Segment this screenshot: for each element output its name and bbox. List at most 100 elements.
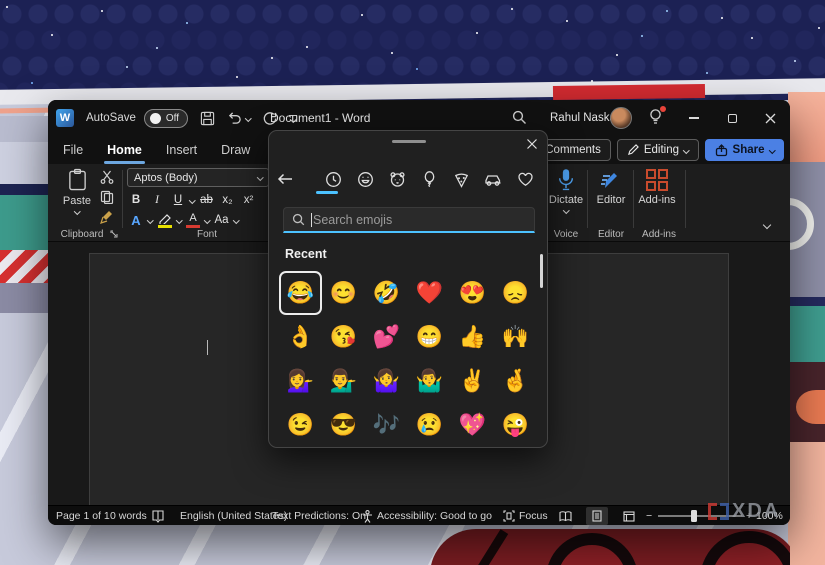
emoji-cell[interactable]: ✌️ (451, 359, 494, 403)
emoji-cell[interactable]: 😎 (322, 403, 365, 447)
tab-draw[interactable]: Draw (220, 141, 251, 159)
read-mode-button[interactable] (554, 507, 576, 525)
font-color-button[interactable]: A (184, 211, 202, 229)
tips-button[interactable] (648, 106, 666, 126)
category-celebrations-button[interactable] (413, 170, 445, 188)
save-button[interactable] (200, 111, 215, 126)
category-recent-button[interactable] (317, 171, 349, 188)
addins-button[interactable]: Add-ins (637, 168, 677, 206)
change-case-button[interactable]: Aa (213, 211, 231, 229)
word-logo-icon[interactable]: W (56, 109, 74, 127)
tab-file[interactable]: File (62, 141, 84, 159)
highlight-button[interactable] (156, 211, 174, 229)
emoji-panel-close-button[interactable] (526, 138, 538, 150)
addins-group-label: Add-ins (642, 229, 676, 240)
clipboard-icon (68, 168, 86, 191)
emoji-cell[interactable]: 🤞 (494, 359, 537, 403)
text-effects-chevron-icon[interactable] (147, 216, 154, 224)
cut-icon[interactable] (100, 170, 114, 184)
focus-button[interactable]: Focus (503, 506, 548, 525)
emoji-cell[interactable]: 😍 (451, 271, 494, 315)
emoji-search-box[interactable] (283, 207, 535, 233)
emoji-cell[interactable]: ❤️ (408, 271, 451, 315)
notification-dot (660, 106, 666, 112)
tab-home[interactable]: Home (104, 141, 145, 164)
emoji-cell[interactable]: 💁‍♀️ (279, 359, 322, 403)
autosave-toggle[interactable]: Off (143, 108, 188, 128)
emoji-cell[interactable]: 🎶 (365, 403, 408, 447)
undo-button[interactable] (227, 111, 252, 125)
background-motorcycle-art (48, 525, 790, 565)
emoji-cell[interactable]: 🤷‍♂️ (408, 359, 451, 403)
category-food-button[interactable] (445, 171, 477, 188)
italic-button[interactable]: I (148, 191, 166, 209)
emoji-cell[interactable]: 💁‍♂️ (322, 359, 365, 403)
emoji-cell[interactable]: 😂 (279, 271, 322, 315)
emoji-cell[interactable]: 😞 (494, 271, 537, 315)
proofing-button[interactable] (152, 506, 164, 525)
format-painter-icon[interactable] (100, 210, 114, 224)
emoji-cell[interactable]: 😉 (279, 403, 322, 447)
maximize-button[interactable] (713, 100, 751, 136)
emoji-cell[interactable]: 💕 (365, 315, 408, 359)
emoji-cell[interactable]: 👍 (451, 315, 494, 359)
font-name-combobox[interactable]: Aptos (Body) (127, 168, 269, 187)
page-count[interactable]: Page 1 of 1 (56, 506, 110, 525)
status-bar: Page 1 of 1 0 words English (United Stat… (48, 505, 790, 525)
font-format-row2: A A Aa (127, 211, 240, 229)
share-button[interactable]: Share (704, 139, 784, 161)
web-layout-button[interactable] (618, 507, 640, 525)
category-animals-button[interactable] (381, 171, 413, 188)
category-smileys-button[interactable] (349, 171, 381, 188)
clock-icon (325, 171, 341, 187)
zoom-slider-handle[interactable] (691, 510, 697, 522)
editor-button[interactable]: Editor (591, 168, 631, 206)
panel-drag-handle[interactable] (392, 140, 426, 143)
paste-button[interactable]: Paste (58, 168, 96, 226)
minimize-button[interactable] (675, 100, 713, 136)
search-button[interactable] (512, 110, 527, 125)
emoji-cell[interactable]: 😢 (408, 403, 451, 447)
font-color-chevron-icon[interactable] (204, 216, 211, 224)
close-button[interactable] (751, 100, 789, 136)
clipboard-dialog-launcher[interactable] (110, 230, 118, 238)
tab-insert[interactable]: Insert (165, 141, 198, 159)
dictate-button[interactable]: Dictate (546, 168, 586, 214)
emoji-cell[interactable]: 😜 (494, 403, 537, 447)
emoji-category-nav (277, 167, 541, 191)
copy-icon[interactable] (100, 190, 114, 204)
category-travel-button[interactable] (477, 172, 509, 187)
text-predictions-status[interactable]: Text Predictions: On (272, 506, 366, 525)
emoji-search-input[interactable] (313, 212, 526, 227)
underline-chevron-icon[interactable] (189, 196, 196, 204)
bold-button[interactable]: B (127, 191, 145, 209)
minimize-icon (689, 117, 699, 119)
ribbon-collapse-chevron[interactable] (762, 220, 772, 230)
zoom-out-button[interactable]: − (646, 506, 652, 525)
back-button[interactable] (277, 171, 303, 187)
emoji-cell[interactable]: 😘 (322, 315, 365, 359)
editing-mode-button[interactable]: Editing (616, 139, 699, 161)
emoji-scrollbar[interactable] (540, 254, 543, 288)
word-count[interactable]: 0 words (110, 506, 147, 525)
emoji-cell[interactable]: 🤷‍♀️ (365, 359, 408, 403)
search-icon (512, 110, 526, 124)
category-symbols-button[interactable] (509, 171, 541, 187)
highlight-chevron-icon[interactable] (175, 216, 182, 224)
underline-button[interactable]: U (169, 191, 187, 209)
user-avatar[interactable] (610, 107, 632, 129)
print-layout-button[interactable] (586, 507, 608, 525)
change-case-chevron-icon[interactable] (232, 216, 240, 224)
text-effects-button[interactable]: A (127, 211, 145, 229)
emoji-cell[interactable]: 💖 (451, 403, 494, 447)
emoji-cell[interactable]: 😁 (408, 315, 451, 359)
strikethrough-button[interactable]: ab (198, 191, 216, 209)
close-icon (527, 139, 537, 149)
superscript-button[interactable]: x² (240, 191, 258, 209)
emoji-cell[interactable]: 🤣 (365, 271, 408, 315)
emoji-cell[interactable]: 😊 (322, 271, 365, 315)
subscript-button[interactable]: x₂ (219, 191, 237, 209)
accessibility-button[interactable]: Accessibility: Good to go (362, 506, 492, 525)
emoji-cell[interactable]: 👌 (279, 315, 322, 359)
emoji-cell[interactable]: 🙌 (494, 315, 537, 359)
